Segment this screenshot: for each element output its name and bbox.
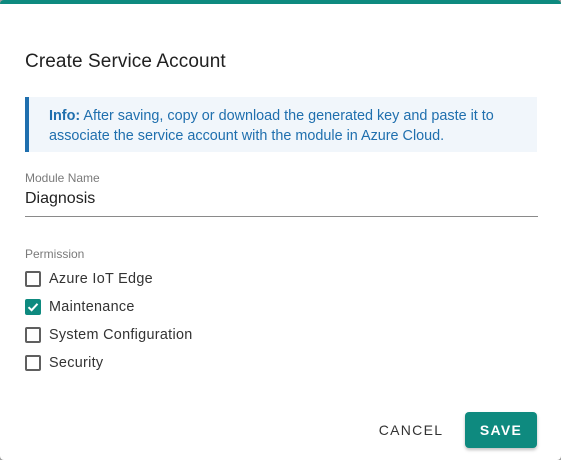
- permission-azure-iot-edge[interactable]: Azure IoT Edge: [25, 269, 153, 289]
- permission-security[interactable]: Security: [25, 353, 103, 373]
- info-text: After saving, copy or download the gener…: [49, 108, 494, 144]
- permission-system-configuration[interactable]: System Configuration: [25, 325, 193, 345]
- info-banner: Info: After saving, copy or download the…: [25, 97, 537, 152]
- permission-maintenance[interactable]: Maintenance: [25, 297, 135, 317]
- checkbox[interactable]: [25, 271, 41, 287]
- permission-label-text: Security: [49, 355, 104, 371]
- permission-label-text: System Configuration: [49, 327, 193, 343]
- info-prefix: Info:: [49, 108, 81, 124]
- checkbox[interactable]: [25, 327, 41, 343]
- checkbox-checked[interactable]: [25, 299, 41, 315]
- dialog-title: Create Service Account: [25, 51, 226, 72]
- permission-label: Permission: [25, 247, 85, 261]
- save-button[interactable]: SAVE: [465, 412, 537, 448]
- permission-label-text: Maintenance: [49, 299, 135, 315]
- checkbox[interactable]: [25, 355, 41, 371]
- create-service-account-dialog: Create Service Account Info: After savin…: [0, 0, 561, 460]
- module-name-field[interactable]: Diagnosis: [25, 190, 538, 217]
- check-icon: [27, 303, 39, 312]
- permission-label-text: Azure IoT Edge: [49, 271, 153, 287]
- cancel-button[interactable]: CANCEL: [371, 412, 451, 448]
- module-name-label: Module Name: [25, 171, 100, 185]
